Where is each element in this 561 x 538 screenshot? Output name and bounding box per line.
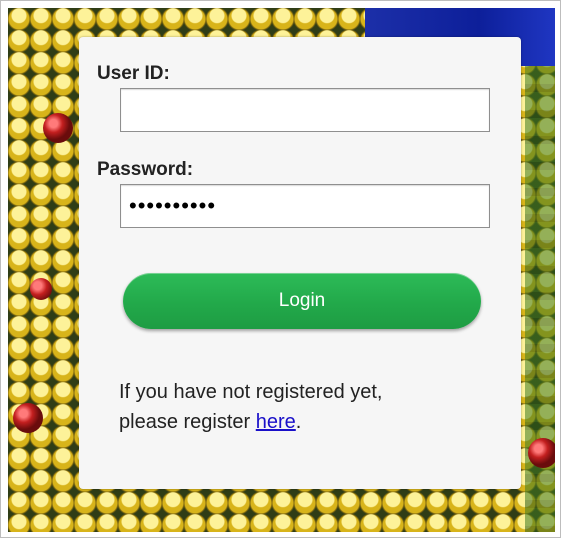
screenshot-frame: User ID: Password: Login If you have not… xyxy=(0,0,561,538)
user-id-label: User ID: xyxy=(97,63,170,84)
login-button[interactable]: Login xyxy=(123,273,481,329)
register-text-line2: please register xyxy=(119,411,256,433)
register-text-line1: If you have not registered yet, xyxy=(119,381,383,403)
login-panel: User ID: Password: Login If you have not… xyxy=(79,37,521,489)
cherry-decoration xyxy=(528,438,555,468)
cherry-decoration xyxy=(43,113,73,143)
cherry-decoration xyxy=(13,403,43,433)
password-input[interactable] xyxy=(120,184,490,228)
register-link[interactable]: here xyxy=(256,411,296,433)
password-label: Password: xyxy=(97,159,194,180)
register-message: If you have not registered yet, please r… xyxy=(119,377,499,437)
register-text-period: . xyxy=(295,411,302,433)
user-id-input[interactable] xyxy=(120,88,490,132)
cherry-decoration xyxy=(30,278,52,300)
